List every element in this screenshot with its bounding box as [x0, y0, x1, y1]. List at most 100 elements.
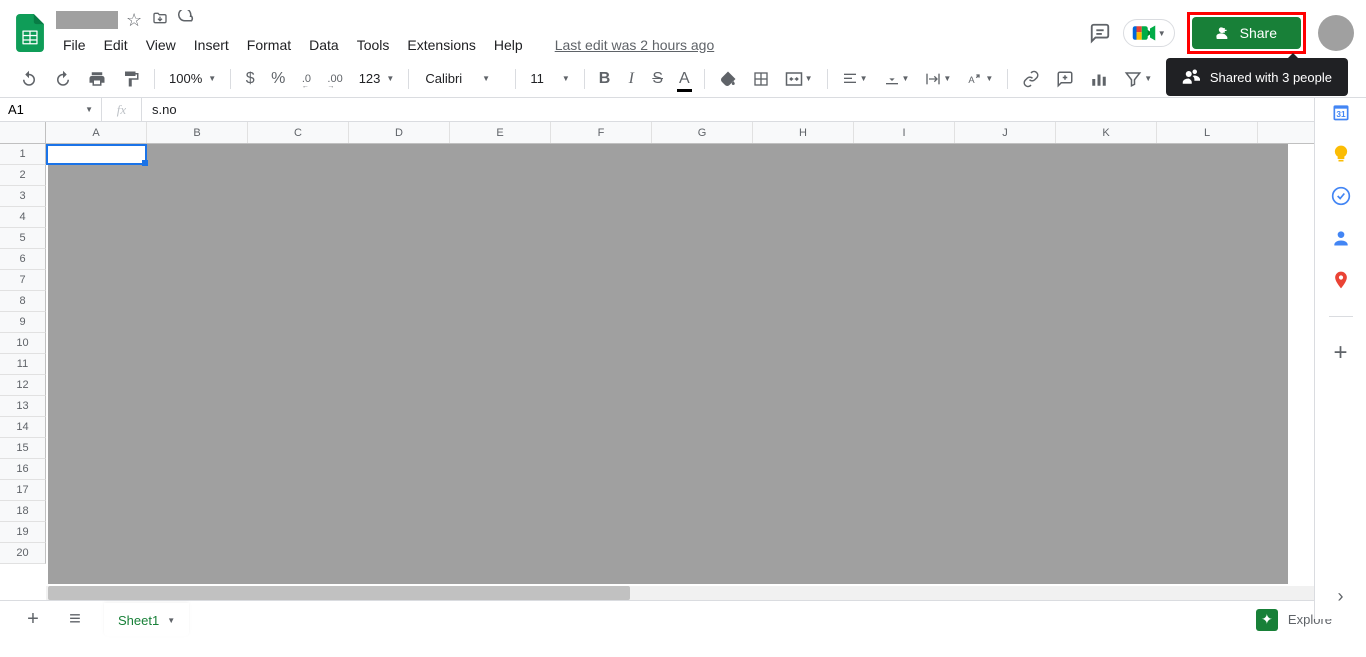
contacts-icon[interactable]	[1331, 228, 1351, 248]
row-header[interactable]: 12	[0, 375, 46, 396]
comment-button[interactable]	[1050, 66, 1080, 92]
keep-icon[interactable]	[1331, 144, 1351, 164]
row-header[interactable]: 9	[0, 312, 46, 333]
text-color-button[interactable]: A	[673, 66, 696, 92]
doc-title-redacted[interactable]	[56, 11, 118, 29]
col-header-i[interactable]: I	[854, 122, 955, 143]
merge-button[interactable]: ▼	[779, 66, 819, 92]
increase-decimal-button[interactable]: .00→	[321, 66, 348, 92]
row-header[interactable]: 4	[0, 207, 46, 228]
last-edit-link[interactable]: Last edit was 2 hours ago	[548, 33, 722, 57]
fill-color-button[interactable]	[713, 66, 743, 92]
row-header[interactable]: 11	[0, 354, 46, 375]
undo-button[interactable]	[14, 66, 44, 92]
col-header-h[interactable]: H	[753, 122, 854, 143]
col-header-g[interactable]: G	[652, 122, 753, 143]
row-header[interactable]: 6	[0, 249, 46, 270]
row-header[interactable]: 5	[0, 228, 46, 249]
decrease-decimal-button[interactable]: .0←	[295, 66, 317, 92]
percent-button[interactable]: %	[265, 66, 291, 92]
row-header[interactable]: 13	[0, 396, 46, 417]
zoom-selector[interactable]: 100%▼	[163, 69, 222, 88]
horizontal-scrollbar[interactable]	[46, 586, 1352, 600]
svg-text:A: A	[969, 75, 976, 85]
col-header-a[interactable]: A	[46, 122, 147, 143]
formula-bar: A1▼ fx s.no	[0, 98, 1366, 122]
add-icon[interactable]: +	[1331, 343, 1351, 363]
col-header-f[interactable]: F	[551, 122, 652, 143]
menu-help[interactable]: Help	[487, 33, 530, 57]
row-header[interactable]: 16	[0, 459, 46, 480]
sheet-tab-active[interactable]: Sheet1 ▼	[104, 603, 189, 636]
row-header[interactable]: 8	[0, 291, 46, 312]
row-header[interactable]: 17	[0, 480, 46, 501]
col-header-l[interactable]: L	[1157, 122, 1258, 143]
v-align-button[interactable]: ▼	[878, 66, 916, 92]
link-button[interactable]	[1016, 66, 1046, 92]
menu-edit[interactable]: Edit	[97, 33, 135, 57]
row-header[interactable]: 1	[0, 144, 46, 165]
comments-icon[interactable]	[1089, 22, 1111, 44]
menu-data[interactable]: Data	[302, 33, 346, 57]
paint-format-button[interactable]	[116, 66, 146, 92]
col-header-c[interactable]: C	[248, 122, 349, 143]
menu-file[interactable]: File	[56, 33, 93, 57]
select-all-corner[interactable]	[0, 122, 46, 143]
cloud-icon[interactable]	[178, 10, 196, 31]
header-right: ▼ Share	[1089, 12, 1354, 54]
col-header-d[interactable]: D	[349, 122, 450, 143]
borders-button[interactable]	[747, 66, 775, 92]
star-icon[interactable]: ☆	[126, 10, 142, 31]
add-sheet-button[interactable]: +	[20, 607, 46, 633]
row-header[interactable]: 18	[0, 501, 46, 522]
menu-tools[interactable]: Tools	[350, 33, 397, 57]
row-header[interactable]: 2	[0, 165, 46, 186]
menu-view[interactable]: View	[139, 33, 183, 57]
tasks-icon[interactable]	[1331, 186, 1351, 206]
tooltip-text: Shared with 3 people	[1210, 70, 1332, 85]
menu-extensions[interactable]: Extensions	[400, 33, 482, 57]
italic-button[interactable]: I	[620, 66, 642, 92]
chart-button[interactable]	[1084, 66, 1114, 92]
col-header-j[interactable]: J	[955, 122, 1056, 143]
share-highlight: Share	[1187, 12, 1306, 54]
active-cell-a1[interactable]	[46, 144, 147, 165]
formula-input[interactable]: s.no	[142, 102, 1366, 117]
row-header[interactable]: 3	[0, 186, 46, 207]
row-header[interactable]: 7	[0, 270, 46, 291]
col-header-k[interactable]: K	[1056, 122, 1157, 143]
font-size-selector[interactable]: 11▼	[524, 69, 575, 88]
menu-insert[interactable]: Insert	[187, 33, 236, 57]
redo-button[interactable]	[48, 66, 78, 92]
all-sheets-button[interactable]: ≡	[62, 607, 88, 633]
bold-button[interactable]: B	[593, 66, 617, 92]
filter-button[interactable]: ▼	[1118, 66, 1158, 92]
col-header-b[interactable]: B	[147, 122, 248, 143]
row-headers: 1 2 3 4 5 6 7 8 9 10 11 12 13 14 15 16 1…	[0, 144, 46, 564]
wrap-button[interactable]: ▼	[919, 66, 957, 92]
calendar-icon[interactable]: 31	[1331, 102, 1351, 122]
row-header[interactable]: 19	[0, 522, 46, 543]
meet-button[interactable]: ▼	[1123, 19, 1175, 47]
col-header-e[interactable]: E	[450, 122, 551, 143]
maps-icon[interactable]	[1331, 270, 1351, 290]
rotate-button[interactable]: A▼	[961, 66, 999, 92]
row-header[interactable]: 10	[0, 333, 46, 354]
sheets-logo[interactable]	[12, 15, 48, 51]
menu-format[interactable]: Format	[240, 33, 298, 57]
row-header[interactable]: 20	[0, 543, 46, 564]
strikethrough-button[interactable]: S	[646, 66, 669, 92]
name-box[interactable]: A1▼	[0, 98, 102, 121]
print-button[interactable]	[82, 66, 112, 92]
row-header[interactable]: 15	[0, 438, 46, 459]
move-icon[interactable]	[152, 10, 168, 31]
account-avatar[interactable]	[1318, 15, 1354, 51]
more-formats-button[interactable]: 123▼	[353, 69, 401, 88]
currency-button[interactable]: $	[239, 66, 261, 92]
share-button[interactable]: Share	[1192, 17, 1301, 49]
collapse-panel-icon[interactable]: ›	[1338, 586, 1344, 607]
chevron-down-icon: ▼	[167, 616, 175, 625]
row-header[interactable]: 14	[0, 417, 46, 438]
font-selector[interactable]: Calibri▼	[417, 69, 507, 88]
h-align-button[interactable]: ▼	[836, 66, 874, 92]
